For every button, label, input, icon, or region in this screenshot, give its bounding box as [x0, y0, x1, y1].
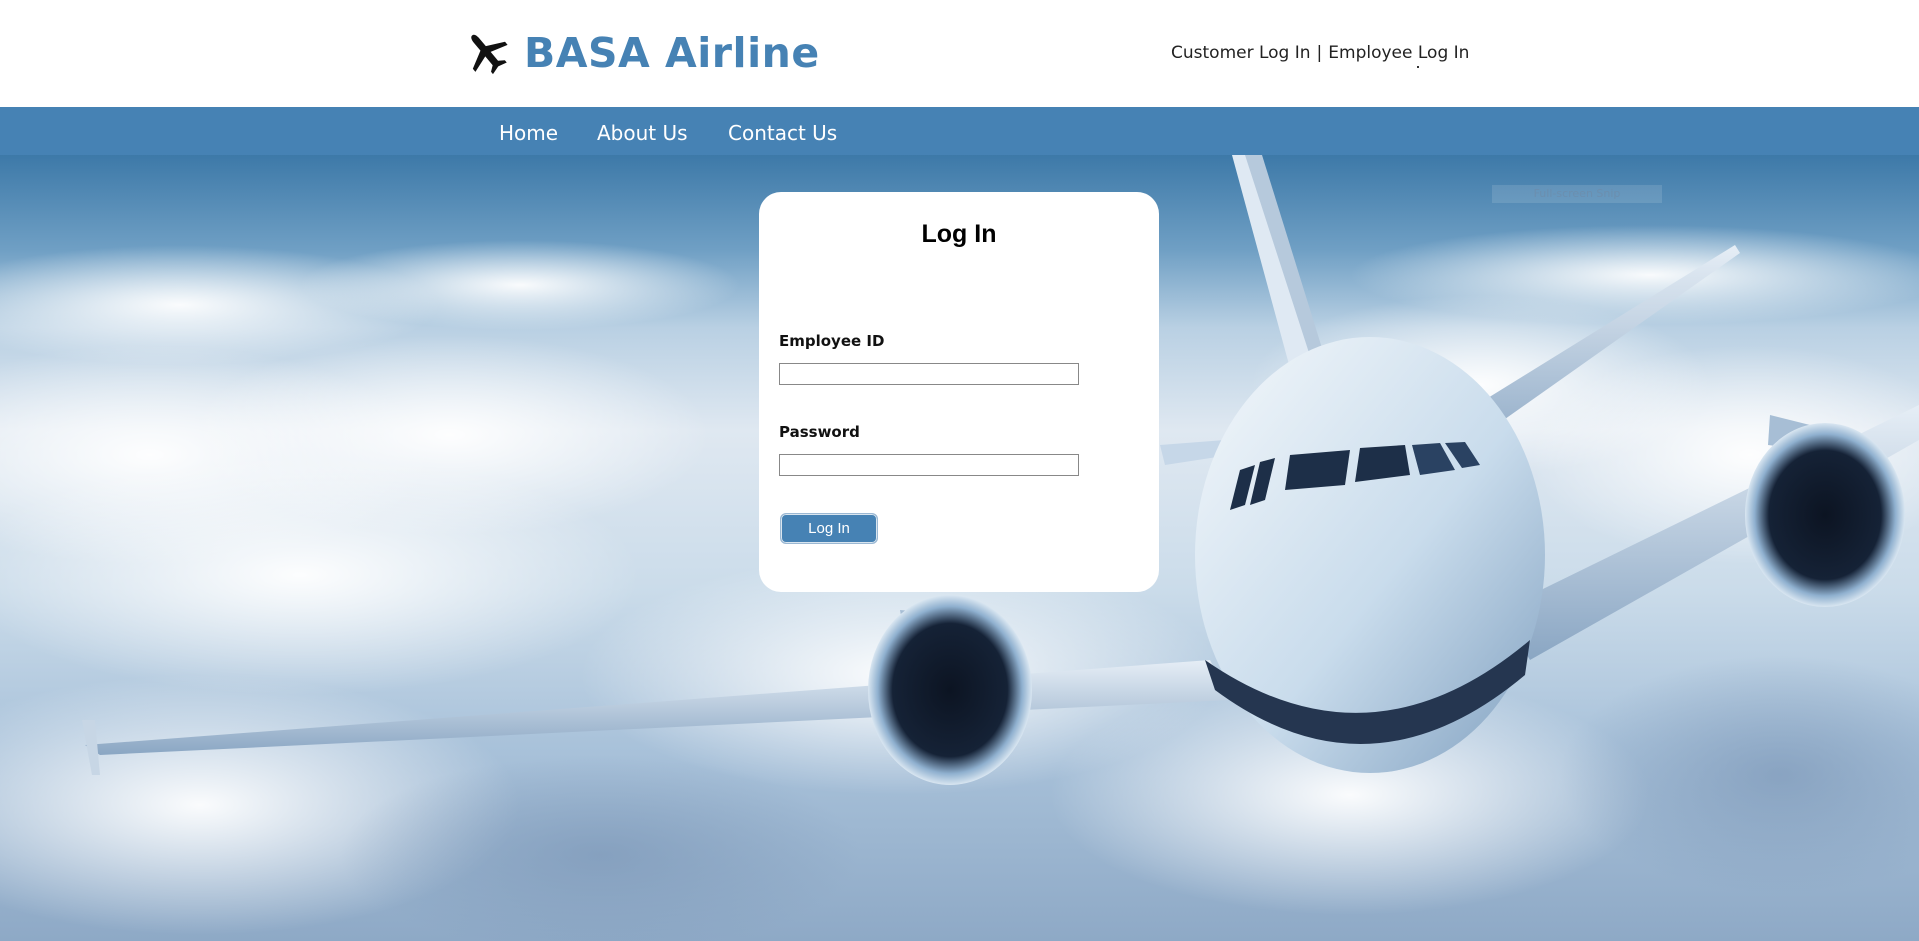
employee-id-label: Employee ID: [779, 332, 885, 350]
customer-login-link[interactable]: Customer Log In: [1171, 43, 1311, 63]
main-nav: Home About Us Contact Us: [0, 107, 1919, 155]
snip-overlay-label: Full-screen Snip: [1492, 185, 1662, 203]
site-logo[interactable]: BASA Airline: [462, 28, 820, 78]
employee-id-input[interactable]: [779, 363, 1079, 385]
link-separator: |: [1316, 43, 1323, 63]
login-card: Log In Employee ID Password Log In: [759, 192, 1159, 592]
password-label: Password: [779, 423, 860, 441]
employee-login-link[interactable]: Employee Log In: [1328, 43, 1469, 63]
airplane-icon: [462, 28, 512, 78]
nav-about-us[interactable]: About Us: [597, 121, 688, 145]
nav-home[interactable]: Home: [499, 121, 558, 145]
login-title: Log In: [921, 220, 997, 248]
header-login-links: Customer Log In | Employee Log In: [1171, 43, 1469, 63]
password-input[interactable]: [779, 454, 1079, 476]
brand-name: BASA Airline: [524, 29, 820, 77]
login-button[interactable]: Log In: [780, 513, 878, 544]
nav-contact-us[interactable]: Contact Us: [728, 121, 837, 145]
decorative-dot: [1417, 66, 1419, 68]
site-header: BASA Airline Customer Log In | Employee Lo…: [0, 0, 1919, 107]
